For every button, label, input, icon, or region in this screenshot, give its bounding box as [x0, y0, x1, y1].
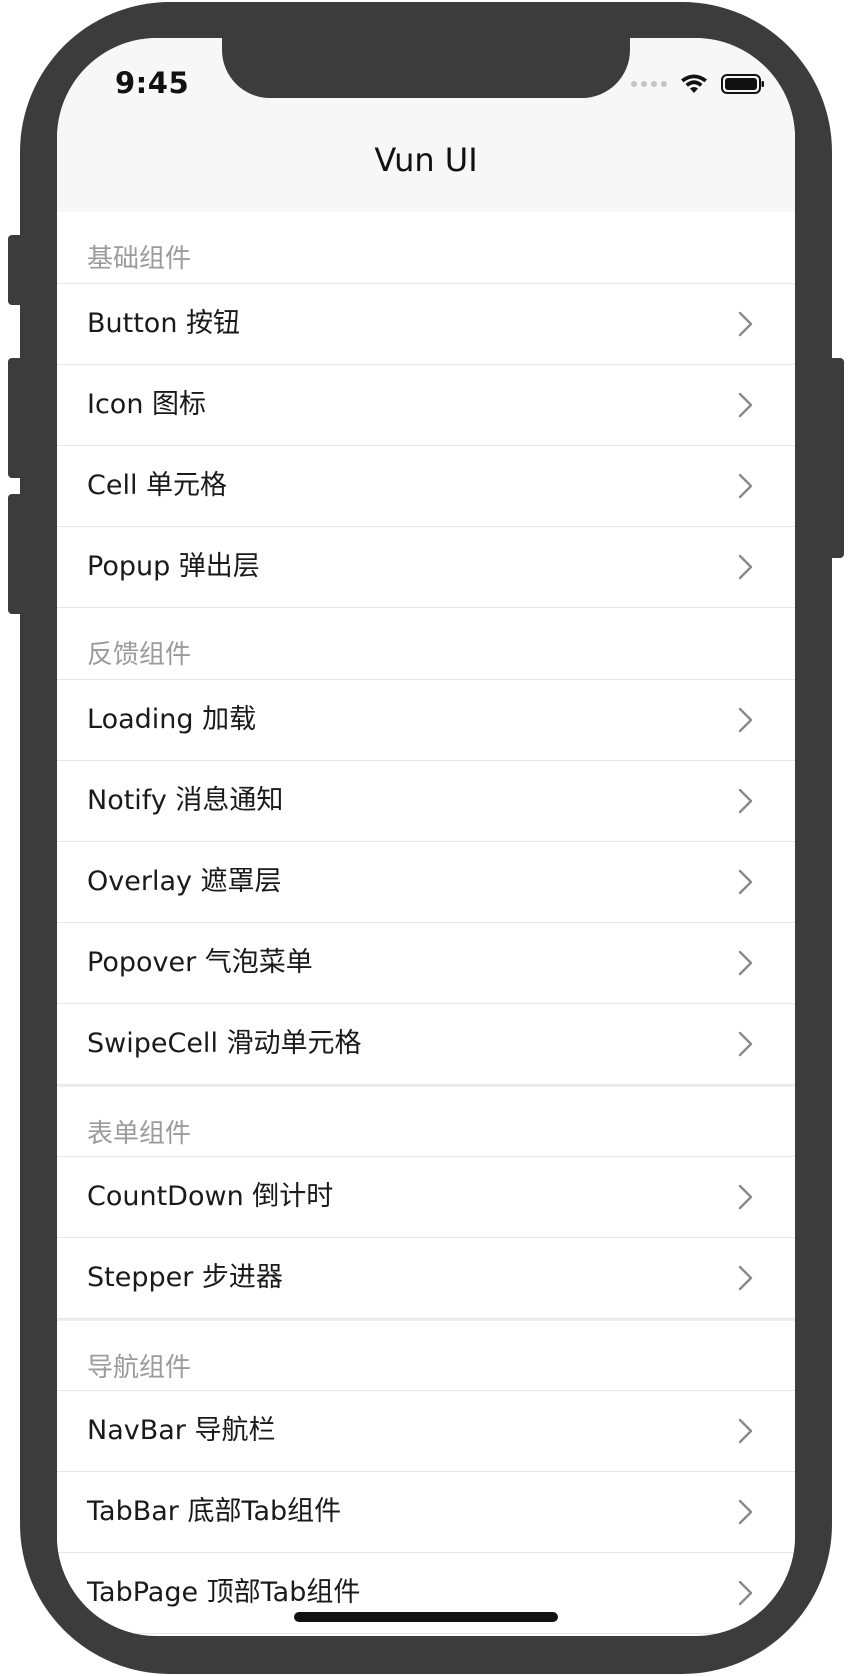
chevron-right-icon	[738, 311, 753, 337]
section-header-form: 表单组件	[57, 1085, 795, 1157]
list-item-label: Popup 弹出层	[87, 551, 260, 582]
page-title: Vun UI	[374, 141, 478, 179]
battery-icon	[721, 74, 764, 94]
list-item-tabbar[interactable]: TabBar 底部Tab组件	[57, 1472, 795, 1553]
component-list: 基础组件 Button 按钮 Icon 图标 Cell 单元格 Popup 弹出…	[57, 212, 795, 1634]
list-item-label: SwipeCell 滑动单元格	[87, 1028, 362, 1059]
list-item-overlay[interactable]: Overlay 遮罩层	[57, 842, 795, 923]
chevron-right-icon	[738, 869, 753, 895]
home-indicator[interactable]	[294, 1612, 558, 1622]
list-item-label: Stepper 步进器	[87, 1262, 283, 1293]
chevron-right-icon	[738, 554, 753, 580]
list-item-popup[interactable]: Popup 弹出层	[57, 527, 795, 608]
list-item-icon[interactable]: Icon 图标	[57, 365, 795, 446]
wifi-icon	[681, 74, 707, 93]
chevron-right-icon	[738, 1265, 753, 1291]
list-item-navbar[interactable]: NavBar 导航栏	[57, 1391, 795, 1472]
status-icons	[631, 72, 765, 96]
list-item-cell[interactable]: Cell 单元格	[57, 446, 795, 527]
chevron-right-icon	[738, 1031, 753, 1057]
section-header-basic: 基础组件	[57, 212, 795, 284]
list-item-notify[interactable]: Notify 消息通知	[57, 761, 795, 842]
list-item-loading[interactable]: Loading 加载	[57, 680, 795, 761]
list-item-countdown[interactable]: CountDown 倒计时	[57, 1157, 795, 1238]
list-item-button[interactable]: Button 按钮	[57, 284, 795, 365]
section-header-feedback: 反馈组件	[57, 608, 795, 680]
list-item-label: Popover 气泡菜单	[87, 947, 313, 978]
chevron-right-icon	[738, 1499, 753, 1525]
chevron-right-icon	[738, 1418, 753, 1444]
list-item-popover[interactable]: Popover 气泡菜单	[57, 923, 795, 1004]
power-button	[830, 358, 844, 558]
chevron-right-icon	[738, 1184, 753, 1210]
signal-icon	[631, 81, 667, 87]
status-time: 9:45	[115, 66, 190, 100]
list-item-label: CountDown 倒计时	[87, 1181, 334, 1212]
chevron-right-icon	[738, 392, 753, 418]
chevron-right-icon	[738, 788, 753, 814]
device-notch	[222, 38, 630, 98]
chevron-right-icon	[738, 473, 753, 499]
list-item-label: Overlay 遮罩层	[87, 866, 282, 897]
phone-screen: 9:45 Vun UI 基础组件 Button 按钮 Icon 图标 Cell …	[57, 38, 795, 1636]
list-item-stepper[interactable]: Stepper 步进器	[57, 1238, 795, 1319]
list-item-label: TabBar 底部Tab组件	[87, 1496, 342, 1527]
list-item-label: Icon 图标	[87, 389, 207, 420]
chevron-right-icon	[738, 1580, 753, 1606]
chevron-right-icon	[738, 950, 753, 976]
list-item-label: NavBar 导航栏	[87, 1415, 276, 1446]
list-item-label: Cell 单元格	[87, 470, 228, 501]
list-item-swipecell[interactable]: SwipeCell 滑动单元格	[57, 1004, 795, 1085]
list-item-label: Notify 消息通知	[87, 785, 284, 816]
list-item-label: Button 按钮	[87, 308, 241, 339]
section-header-navigation: 导航组件	[57, 1319, 795, 1391]
chevron-right-icon	[738, 707, 753, 733]
list-item-label: Loading 加载	[87, 704, 257, 735]
